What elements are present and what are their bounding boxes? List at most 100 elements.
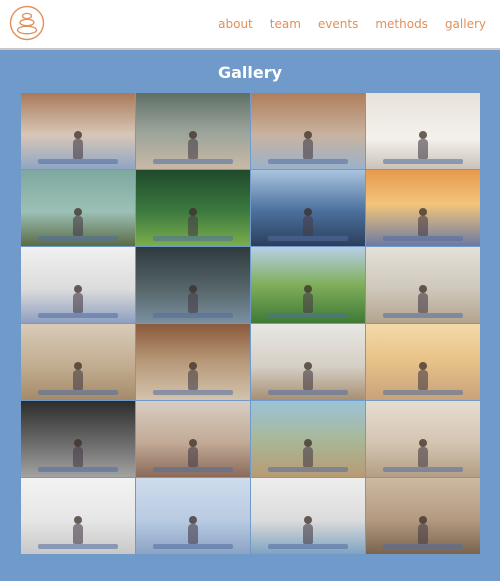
figure-body [188,293,198,313]
gallery-image-class-stretch-dark-studio[interactable] [136,247,250,323]
gallery-image-group-seated-plants[interactable] [136,324,250,400]
person-figure [300,131,316,159]
figure-head [74,362,82,370]
gallery-image-bridge-pose-blue[interactable] [136,478,250,554]
gallery-image-woman-meditating-white-room[interactable] [366,93,480,169]
person-figure [185,362,201,390]
gallery-image-warrior-pose-white-room[interactable] [251,478,365,554]
person-figure [70,439,86,467]
figure-head [304,208,312,216]
yoga-mat-shape [268,313,348,318]
figure-body [303,139,313,159]
nav-events[interactable]: events [318,17,358,31]
figure-body [418,293,428,313]
person-figure [300,285,316,313]
figure-head [189,131,197,139]
nav-about[interactable]: about [218,17,253,31]
figure-head [189,285,197,293]
figure-head [304,285,312,293]
yoga-mat-shape [268,390,348,395]
yoga-mat-shape [153,544,233,549]
person-figure [70,362,86,390]
yoga-mat-shape [383,390,463,395]
figure-body [303,524,313,544]
figure-head [189,439,197,447]
figure-head [304,362,312,370]
person-figure [415,285,431,313]
figure-head [419,439,427,447]
gallery-image-sunset-silhouette-water[interactable] [366,170,480,246]
figure-head [189,362,197,370]
yoga-mat-shape [383,467,463,472]
person-figure [415,362,431,390]
person-figure [300,439,316,467]
gallery-image-group-warrior-bright-hall[interactable] [366,247,480,323]
figure-head [189,516,197,524]
figure-body [73,139,83,159]
figure-head [304,131,312,139]
figure-body [73,293,83,313]
person-figure [70,516,86,544]
person-figure [300,208,316,236]
figure-head [419,131,427,139]
figure-body [188,216,198,236]
yoga-mat-shape [383,236,463,241]
figure-head [419,208,427,216]
person-figure [185,208,201,236]
figure-body [303,293,313,313]
person-figure [300,362,316,390]
figure-head [74,208,82,216]
figure-body [418,447,428,467]
gallery-image-meditation-lake-mountains[interactable] [251,170,365,246]
yoga-mat-shape [383,159,463,164]
yoga-mat-shape [38,544,118,549]
yoga-mat-shape [38,390,118,395]
nav-team[interactable]: team [270,17,301,31]
yoga-mat-shape [268,159,348,164]
gallery-image-forward-bend-monochrome[interactable] [21,401,135,477]
gallery-image-outdoor-terrace-class[interactable] [251,401,365,477]
nav-gallery[interactable]: gallery [445,17,486,31]
gallery-image-crescent-lunge-white[interactable] [21,478,135,554]
yoga-mat-shape [268,544,348,549]
gallery-image-tree-pose-window-studio[interactable] [136,93,250,169]
person-figure [185,439,201,467]
person-figure [415,131,431,159]
figure-head [304,516,312,524]
figure-body [303,216,313,236]
yoga-mat-shape [153,467,233,472]
yoga-mat-shape [38,159,118,164]
person-figure [70,285,86,313]
stacked-stones-logo[interactable] [9,5,45,41]
figure-body [418,370,428,390]
person-figure [70,208,86,236]
person-figure [415,439,431,467]
yoga-mat-shape [38,313,118,318]
gallery-image-group-class-brick-studio[interactable] [21,93,135,169]
gallery-image-pose-with-strap[interactable] [366,401,480,477]
page-title: Gallery [217,63,283,82]
figure-body [418,216,428,236]
person-figure [70,131,86,159]
person-figure [415,516,431,544]
gallery-image-side-stretch-white-studio[interactable] [21,247,135,323]
gallery-image-dancer-pose-living-room[interactable] [366,478,480,554]
person-figure [185,131,201,159]
gallery-image-meditation-forest[interactable] [136,170,250,246]
gallery-image-reclined-twist-mats[interactable] [21,324,135,400]
gallery-image-woman-smiling-studio[interactable] [136,401,250,477]
figure-head [419,516,427,524]
figure-body [73,524,83,544]
figure-head [74,131,82,139]
gallery-image-tree-pose-lake-rock[interactable] [21,170,135,246]
figure-head [74,285,82,293]
yoga-mat-shape [153,390,233,395]
gallery-image-seated-row-windows[interactable] [251,324,365,400]
gallery-image-seated-group-brick-wall[interactable] [251,93,365,169]
main-nav: about team events methods gallery [218,17,486,31]
figure-head [419,362,427,370]
figure-head [74,439,82,447]
gallery-image-childs-pose-sunlight[interactable] [366,324,480,400]
gallery-image-prayer-pose-meadow[interactable] [251,247,365,323]
nav-methods[interactable]: methods [375,17,428,31]
